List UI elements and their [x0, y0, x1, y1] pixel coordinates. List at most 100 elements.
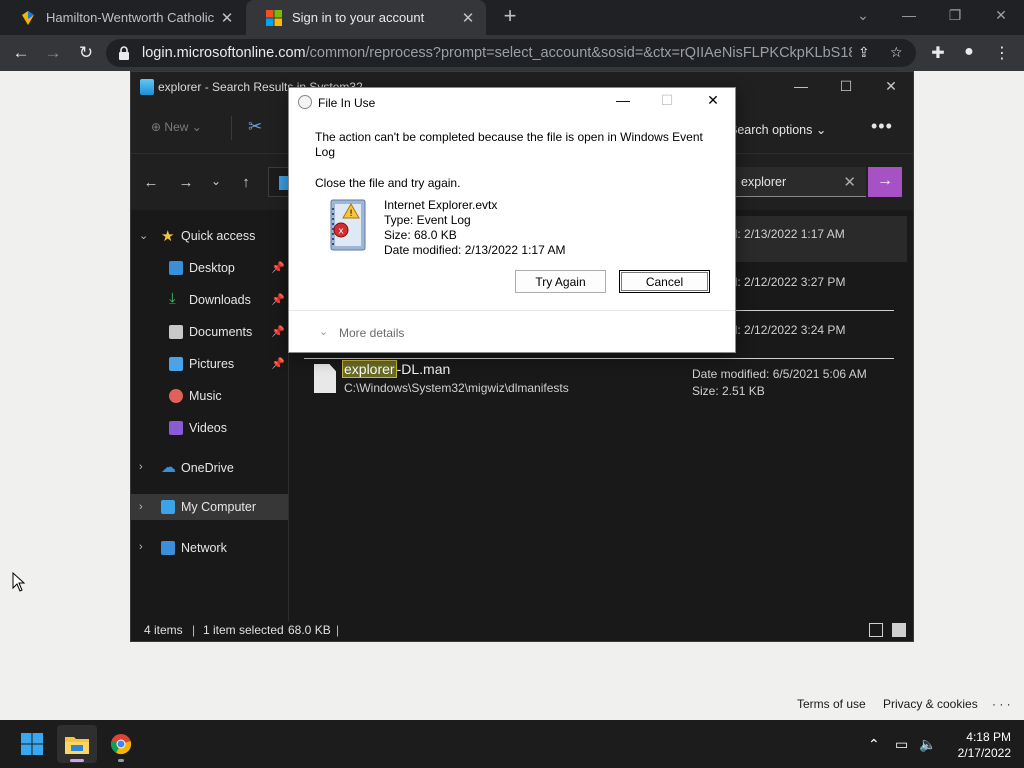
system-clock[interactable]: 4:18 PM 2/17/2022 [945, 729, 1011, 761]
cancel-button[interactable]: Cancel [619, 270, 710, 293]
large-icons-view-icon[interactable] [892, 623, 906, 637]
file-date-modified: Date modified: 6/5/2021 5:06 AM [692, 367, 867, 381]
search-options-button[interactable]: Search options ⌄ [729, 122, 826, 137]
volume-speaker-icon[interactable]: 🔈 [919, 736, 936, 753]
sidebar-item-quick-access[interactable]: ⌄ ★ Quick access [131, 222, 288, 250]
try-again-button[interactable]: Try Again [515, 270, 606, 293]
sidebar-item-videos[interactable]: Videos [131, 414, 288, 442]
chevron-down-icon[interactable]: ⌄ [139, 229, 148, 242]
chevron-right-icon[interactable]: › [139, 461, 143, 473]
sidebar-item-label: Music [189, 389, 222, 403]
url-host: login.microsoftonline.com [142, 45, 306, 61]
music-icon [169, 389, 183, 403]
back-arrow-icon[interactable]: ← [141, 174, 161, 191]
tab-search-chevron-down-icon[interactable]: ⌄ [840, 4, 886, 30]
sidebar-item-downloads[interactable]: ⤓ Downloads 📌 [131, 286, 288, 314]
chevron-right-icon[interactable]: › [139, 541, 143, 553]
terms-of-use-link[interactable]: Terms of use [797, 697, 866, 711]
restore-icon[interactable]: ❐ [932, 4, 978, 30]
search-options-label: Search options [729, 123, 813, 137]
show-hidden-icons-chevron-up-icon[interactable]: ⌃ [868, 736, 880, 753]
forward-arrow-icon[interactable]: → [176, 174, 196, 191]
tab-sign-in[interactable]: Sign in to your account ✕ [246, 0, 486, 35]
more-details-label: More details [339, 326, 405, 340]
close-tab-icon[interactable]: ✕ [456, 9, 480, 27]
browser-tab-bar: Hamilton-Wentworth Catholic Di ✕ Sign in… [0, 0, 1024, 35]
minimize-icon[interactable]: — [611, 92, 635, 108]
share-icon[interactable]: ⇪ [858, 44, 870, 61]
file-info-size: Size: 68.0 KB [384, 228, 457, 242]
search-input[interactable]: explorer ✕ [731, 167, 866, 197]
search-go-button[interactable]: → [868, 167, 902, 197]
back-arrow-icon[interactable]: ← [8, 40, 34, 66]
pin-icon[interactable]: 📌 [271, 325, 285, 338]
close-tab-icon[interactable]: ✕ [215, 9, 239, 27]
reload-icon[interactable]: ↻ [73, 40, 99, 66]
close-window-icon[interactable]: ✕ [876, 78, 906, 95]
dialog-title: File In Use [318, 96, 376, 110]
more-details-toggle[interactable]: ⌄ More details [289, 310, 735, 352]
sidebar-item-music[interactable]: Music [131, 382, 288, 410]
taskbar-chrome[interactable] [101, 725, 141, 763]
sidebar-item-label: Pictures [189, 357, 235, 371]
search-query: explorer [741, 175, 787, 189]
close-dialog-icon[interactable]: ✕ [701, 92, 725, 109]
file-icon [314, 364, 336, 393]
new-button[interactable]: ⊕ New ⌄ [151, 120, 202, 134]
pin-icon[interactable]: 📌 [271, 293, 285, 306]
row-divider [304, 358, 894, 359]
clear-search-icon[interactable]: ✕ [843, 173, 856, 191]
pin-icon[interactable]: 📌 [271, 261, 285, 274]
url-text: login.microsoftonline.com/common/reproce… [142, 45, 852, 61]
profile-avatar-icon[interactable]: ● [958, 43, 980, 61]
new-label: New [164, 120, 189, 134]
cut-scissors-icon[interactable]: ✂ [248, 117, 262, 137]
dialog-message: The action can't be completed because th… [315, 130, 703, 159]
sidebar-item-documents[interactable]: Documents 📌 [131, 318, 288, 346]
taskbar-file-explorer[interactable] [57, 725, 97, 763]
sidebar-item-desktop[interactable]: Desktop 📌 [131, 254, 288, 282]
sidebar-item-network[interactable]: › Network [131, 534, 288, 562]
sidebar-item-label: Network [181, 541, 227, 555]
microsoft-logo-icon [266, 9, 282, 26]
new-tab-button[interactable]: + [497, 4, 523, 30]
sidebar-item-pictures[interactable]: Pictures 📌 [131, 350, 288, 378]
privacy-cookies-link[interactable]: Privacy & cookies [883, 697, 978, 711]
address-bar[interactable]: login.microsoftonline.com/common/reproce… [106, 39, 916, 67]
chevron-down-icon: ⌄ [191, 120, 202, 134]
desktop-icon [169, 261, 183, 275]
pin-icon[interactable]: 📌 [271, 357, 285, 370]
bookmark-star-icon[interactable]: ☆ [890, 44, 903, 61]
file-name-rest: -DL.man [396, 361, 451, 377]
table-row[interactable]: explorer -DL.man C:\Windows\System32\migw… [304, 360, 907, 406]
recent-locations-chevron-icon[interactable]: ⌄ [206, 174, 226, 188]
network-icon [161, 541, 175, 555]
forward-arrow-icon[interactable]: → [40, 40, 66, 66]
sidebar-item-label: My Computer [181, 500, 257, 514]
maximize-icon[interactable]: ☐ [831, 78, 861, 95]
sidebar-item-label: Desktop [189, 261, 235, 275]
chrome-menu-icon[interactable]: ⋮ [991, 43, 1013, 63]
sidebar-item-label: OneDrive [181, 461, 234, 475]
minimize-icon[interactable]: — [886, 4, 932, 30]
tab-hamilton-wentworth[interactable]: Hamilton-Wentworth Catholic Di ✕ [0, 0, 245, 35]
file-in-use-dialog: File In Use — ☐ ✕ The action can't be co… [288, 87, 736, 353]
details-view-icon[interactable] [869, 623, 883, 637]
chevron-right-icon[interactable]: › [139, 501, 143, 513]
extensions-puzzle-icon[interactable]: ✚ [927, 43, 949, 63]
windows-start-icon[interactable] [21, 733, 43, 755]
sidebar-item-onedrive[interactable]: › ☁ OneDrive [131, 454, 288, 482]
sidebar-item-label: Documents [189, 325, 253, 339]
minimize-icon[interactable]: — [786, 78, 816, 94]
sidebar-item-my-computer[interactable]: › My Computer [131, 494, 288, 520]
more-options-link[interactable]: · · · [992, 697, 1011, 711]
up-arrow-icon[interactable]: ↑ [236, 174, 256, 191]
download-arrow-icon: ⤓ [169, 290, 176, 307]
network-monitor-icon[interactable]: ▭ [895, 736, 908, 753]
cloud-icon: ☁ [161, 459, 176, 476]
svg-text:!: ! [349, 209, 353, 219]
close-window-icon[interactable]: ✕ [978, 4, 1024, 30]
windows-taskbar: ⌃ ▭ 🔈 4:18 PM 2/17/2022 [0, 720, 1024, 768]
explorer-app-icon [140, 79, 154, 95]
more-options-button[interactable]: ••• [871, 116, 893, 137]
